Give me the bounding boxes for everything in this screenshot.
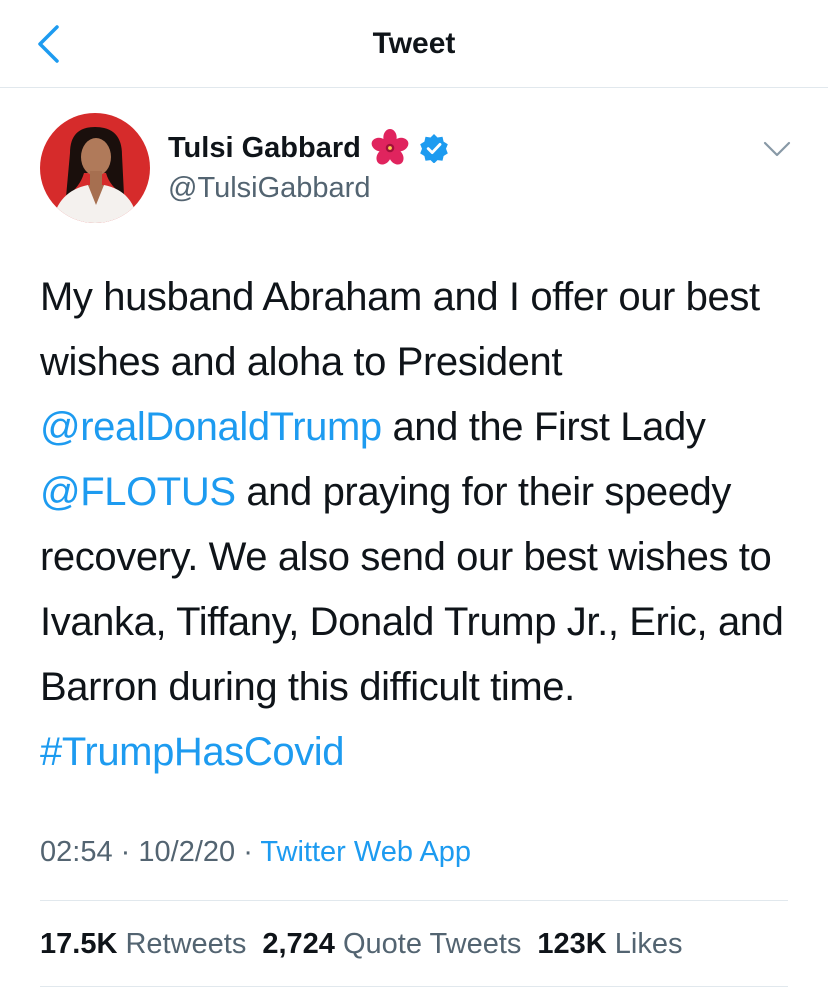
- author-name: Tulsi Gabbard: [168, 132, 361, 164]
- retweets-count: 17.5K: [40, 928, 118, 960]
- top-bar: Tweet: [0, 0, 828, 88]
- chevron-down-icon: [763, 141, 791, 157]
- page-title: Tweet: [372, 27, 456, 60]
- quote-tweets-count: 2,724: [262, 928, 335, 960]
- tweet-text-segment: My husband Abraham and I offer our best …: [40, 275, 760, 384]
- tweet-text-segment: and the First Lady: [381, 405, 706, 449]
- meta-separator: ·: [243, 836, 253, 868]
- author-handle[interactable]: @TulsiGabbard: [168, 170, 370, 206]
- hashtag-link[interactable]: #TrumpHasCovid: [40, 730, 345, 774]
- mention-link[interactable]: @FLOTUS: [40, 470, 236, 514]
- tweet-meta: 02:54 · 10/2/20 · Twitter Web App: [40, 832, 471, 872]
- retweets-label: Retweets: [125, 928, 247, 960]
- mention-link[interactable]: @realDonaldTrump: [40, 405, 382, 449]
- tweet-time[interactable]: 02:54: [40, 836, 113, 868]
- quote-tweets-label: Quote Tweets: [342, 928, 522, 960]
- more-options-button[interactable]: [760, 134, 794, 164]
- tweet-source-link[interactable]: Twitter Web App: [260, 836, 471, 868]
- divider: [40, 986, 788, 987]
- avatar-image: [40, 113, 150, 223]
- likes-count: 123K: [537, 928, 607, 960]
- divider: [40, 900, 788, 901]
- retweets-stat[interactable]: 17.5K Retweets: [40, 924, 246, 964]
- meta-separator: ·: [120, 836, 131, 868]
- tweet-stats: 17.5K Retweets 2,724 Quote Tweets 123K L…: [40, 924, 682, 964]
- likes-stat[interactable]: 123K Likes: [537, 924, 682, 964]
- quote-tweets-stat[interactable]: 2,724 Quote Tweets: [262, 924, 521, 964]
- author-name-row[interactable]: Tulsi Gabbard: [168, 128, 449, 168]
- tweet-date[interactable]: 10/2/20: [138, 836, 235, 868]
- verified-badge-icon: [420, 134, 448, 163]
- hibiscus-icon: [371, 129, 409, 165]
- avatar[interactable]: [40, 113, 150, 223]
- tweet-text: My husband Abraham and I offer our best …: [40, 265, 800, 785]
- likes-label: Likes: [614, 928, 683, 960]
